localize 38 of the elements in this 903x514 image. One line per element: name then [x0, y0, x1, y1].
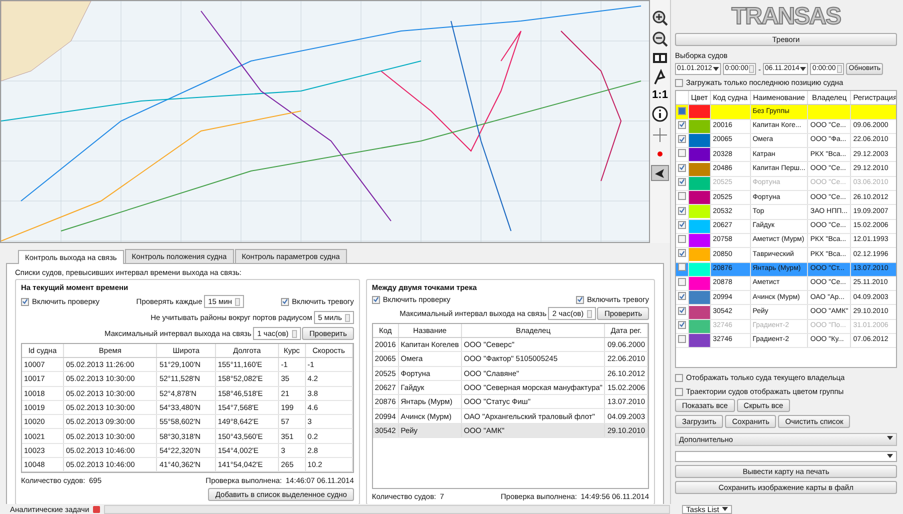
caret-icon	[800, 66, 806, 72]
checkbox[interactable]	[675, 374, 683, 382]
info-icon[interactable]	[652, 106, 668, 122]
zoom-out-icon[interactable]	[652, 31, 668, 47]
checkbox[interactable]	[372, 296, 380, 304]
checkbox[interactable]	[678, 220, 686, 229]
checkbox[interactable]	[678, 263, 686, 272]
checkbox[interactable]	[678, 306, 686, 315]
ship-icon[interactable]	[651, 165, 669, 181]
caret-icon	[887, 453, 893, 460]
checkbox[interactable]	[678, 192, 686, 200]
checkbox[interactable]	[678, 120, 686, 129]
caret-icon	[713, 66, 720, 72]
caret-icon[interactable]	[887, 434, 893, 441]
crosshair-icon[interactable]	[652, 127, 668, 143]
checkbox[interactable]	[678, 164, 686, 172]
angle-tool-icon[interactable]	[652, 69, 668, 85]
checkbox[interactable]	[280, 298, 289, 306]
checkbox[interactable]	[576, 296, 584, 304]
checkbox[interactable]	[678, 206, 686, 215]
checkbox[interactable]	[675, 388, 683, 396]
dropdown-field[interactable]	[675, 450, 897, 462]
zoom-in-icon[interactable]	[652, 10, 668, 26]
checkbox[interactable]	[678, 234, 686, 243]
close-icon[interactable]	[93, 506, 100, 512]
checkbox[interactable]	[21, 298, 29, 306]
caret-icon	[722, 506, 728, 512]
checkbox[interactable]	[678, 135, 686, 144]
scale-button[interactable]: 1:1	[652, 90, 668, 101]
checkbox[interactable]	[678, 149, 686, 158]
checkbox[interactable]	[678, 106, 686, 115]
checkbox[interactable]	[678, 278, 686, 286]
checkbox[interactable]	[678, 292, 686, 300]
checkbox[interactable]	[675, 78, 683, 87]
checkbox[interactable]	[678, 249, 686, 258]
checkbox[interactable]	[678, 334, 686, 343]
logo: TRANSAS	[730, 4, 842, 30]
panels-icon[interactable]	[652, 52, 668, 64]
